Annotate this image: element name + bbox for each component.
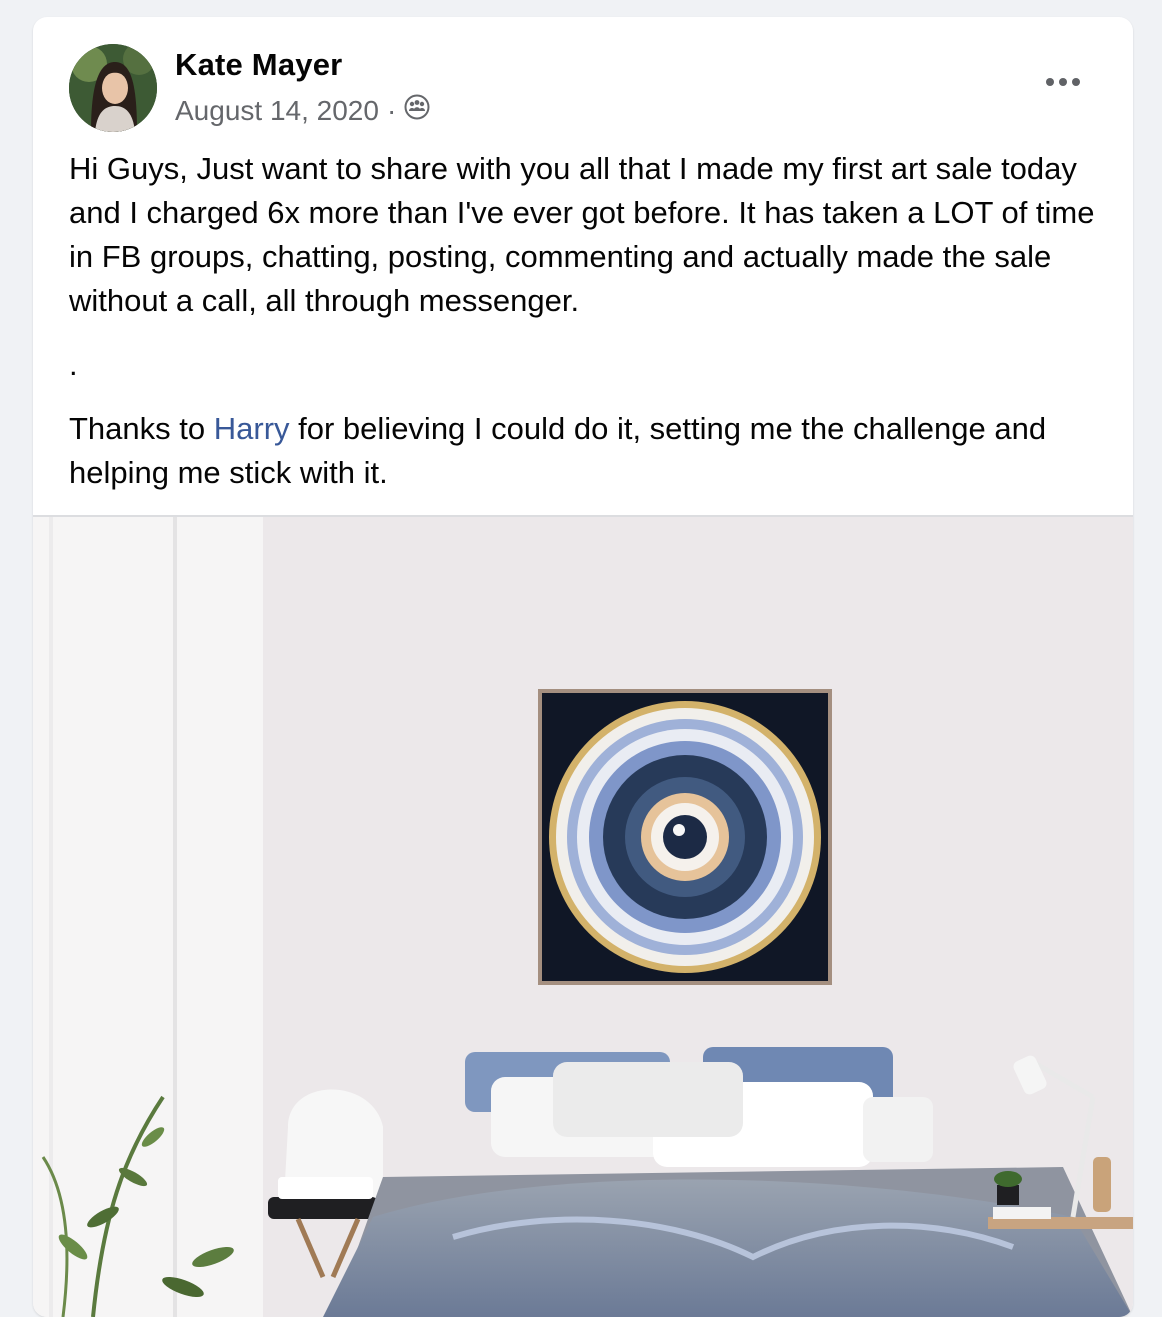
author-name[interactable]: Kate Mayer bbox=[175, 47, 342, 83]
post-text: Hi Guys, Just want to share with you all… bbox=[69, 147, 1109, 495]
mention-link[interactable]: Harry bbox=[214, 411, 290, 446]
post-date[interactable]: August 14, 2020 bbox=[175, 95, 379, 127]
post-header: Kate Mayer August 14, 2020 · bbox=[33, 17, 1133, 137]
post-meta: August 14, 2020 · bbox=[175, 94, 430, 127]
group-icon bbox=[404, 94, 430, 127]
post-paragraph: Hi Guys, Just want to share with you all… bbox=[69, 151, 1095, 318]
avatar-image bbox=[69, 44, 157, 132]
post-paragraph: Thanks to Harry for believing I could do… bbox=[69, 407, 1109, 495]
meta-separator: · bbox=[386, 94, 397, 126]
paragraph-text: Thanks to bbox=[69, 411, 214, 446]
post-paragraph: . bbox=[69, 347, 78, 382]
post-photo[interactable] bbox=[33, 517, 1133, 1317]
bedroom-artwork-image bbox=[33, 517, 1133, 1317]
post-card: Kate Mayer August 14, 2020 · Hi Guys, Ju… bbox=[33, 17, 1133, 1317]
more-options-icon[interactable] bbox=[1033, 67, 1093, 97]
avatar[interactable] bbox=[69, 44, 157, 132]
